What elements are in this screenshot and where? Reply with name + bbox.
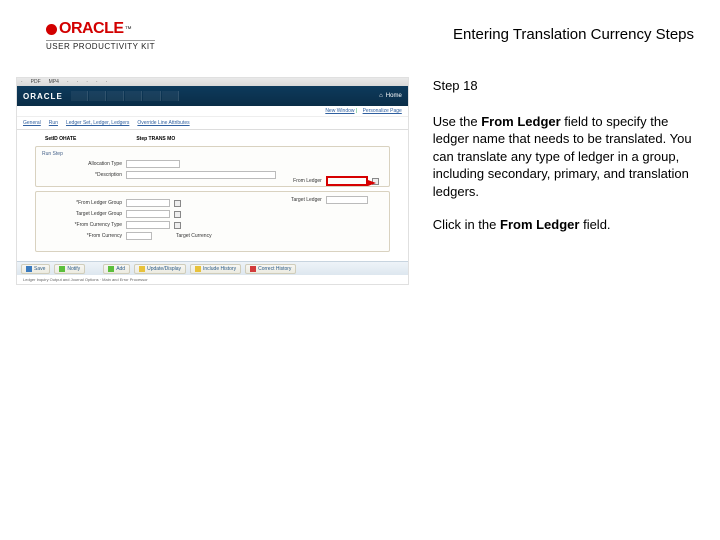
browser-menubar: ·PDFMP4····· [17,78,408,86]
lov-icon [174,222,181,229]
from-currency-type-input [126,221,170,229]
from-ledger-field[interactable] [326,176,368,186]
subbrand: USER PRODUCTIVITY KIT [46,40,155,51]
instruction-paragraph-2: Click in the From Ledger field. [433,216,694,234]
instruction-paragraph-1: Use the From Ledger field to specify the… [433,113,694,201]
from-currency-input [126,232,152,240]
instruction-panel: Step 18 Use the From Ledger field to spe… [433,77,694,250]
brand-block: ORACLE ™ USER PRODUCTIVITY KIT [46,20,155,51]
app-brand: ORACLE [23,92,63,101]
step-label: Step 18 [433,77,694,95]
app-footer-text: Ledger Inquiry Output and Journal Option… [17,275,408,284]
lov-icon [174,211,181,218]
personalize-link: Personalize Page [363,108,402,114]
target-ledger-group-input [126,210,170,218]
callout-arrow-icon [368,180,376,186]
allocation-type-input [126,160,180,168]
oracle-o-icon [46,24,57,35]
page-title: Entering Translation Currency Steps [453,20,694,43]
app-footer-toolbar: Save Notify Add Update/Display Include H… [17,261,408,275]
from-ledger-group-input [126,199,170,207]
app-nav [71,91,179,101]
brand-word: ORACLE [59,20,124,38]
app-topbar: ORACLE ⌂ Home [17,86,408,106]
ledger-section: *From Ledger Group Target Ledger Group *… [35,191,390,252]
home-icon: ⌂ [379,93,383,99]
target-ledger-input [326,196,368,204]
app-tabs: General Run Ledger Set, Ledger, Ledgers … [17,117,408,130]
app-sublinks: New Window | Personalize Page [17,106,408,117]
new-window-link: New Window [325,108,354,114]
trademark: ™ [125,26,132,33]
home-link: ⌂ Home [379,93,402,99]
app-screenshot: ·PDFMP4····· ORACLE ⌂ Home New Window | … [16,77,409,285]
lov-icon [174,200,181,207]
description-input [126,171,276,179]
